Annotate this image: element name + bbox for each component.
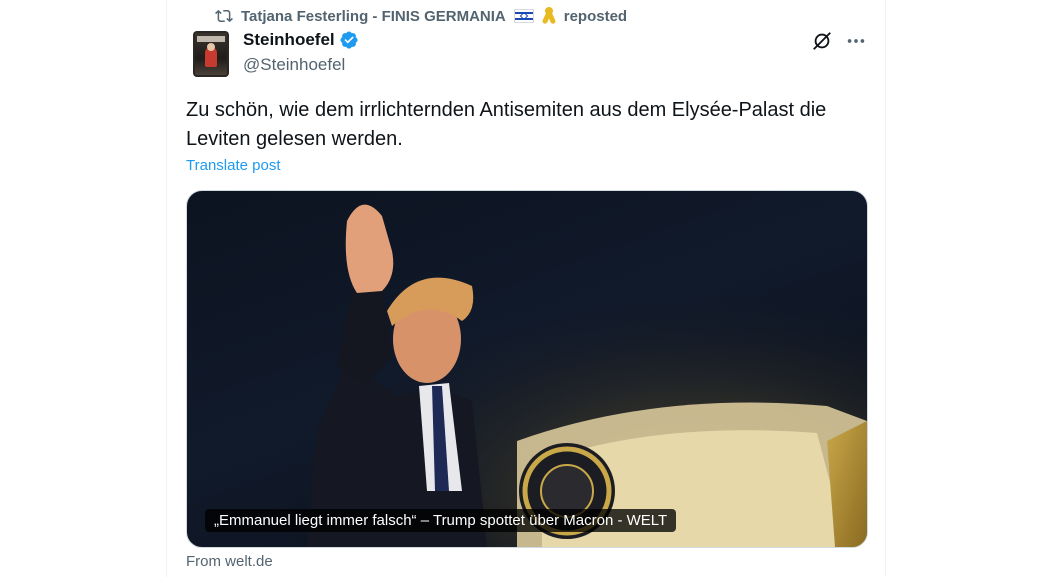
- israel-flag-icon: [513, 9, 534, 23]
- post-text: Zu schön, wie dem irrlichternden Antisem…: [186, 99, 827, 150]
- translate-post-link[interactable]: Translate post: [186, 157, 281, 174]
- reposter-name[interactable]: Tatjana Festerling - FINIS GERMANIA: [241, 8, 506, 25]
- grok-icon[interactable]: [811, 30, 833, 52]
- trump-waving-photo: [187, 191, 867, 547]
- author-handle[interactable]: @Steinhoefel: [243, 55, 345, 75]
- yellow-ribbon-icon: [541, 7, 557, 25]
- repost-context[interactable]: Tatjana Festerling - FINIS GERMANIA repo…: [215, 6, 627, 26]
- link-source[interactable]: From welt.de: [186, 553, 273, 570]
- avatar[interactable]: [193, 31, 229, 77]
- more-options-icon[interactable]: [845, 30, 867, 52]
- post-column: Tatjana Festerling - FINIS GERMANIA repo…: [166, 0, 886, 577]
- link-card-caption: „Emmanuel liegt immer falsch“ – Trump sp…: [205, 509, 677, 532]
- verified-badge-icon[interactable]: [339, 30, 359, 50]
- link-card-image[interactable]: „Emmanuel liegt immer falsch“ – Trump sp…: [186, 190, 868, 548]
- author-display-name[interactable]: Steinhoefel: [243, 30, 335, 50]
- reposted-label: reposted: [563, 7, 628, 25]
- repost-icon: [215, 7, 233, 25]
- author-name-row[interactable]: Steinhoefel: [243, 30, 359, 50]
